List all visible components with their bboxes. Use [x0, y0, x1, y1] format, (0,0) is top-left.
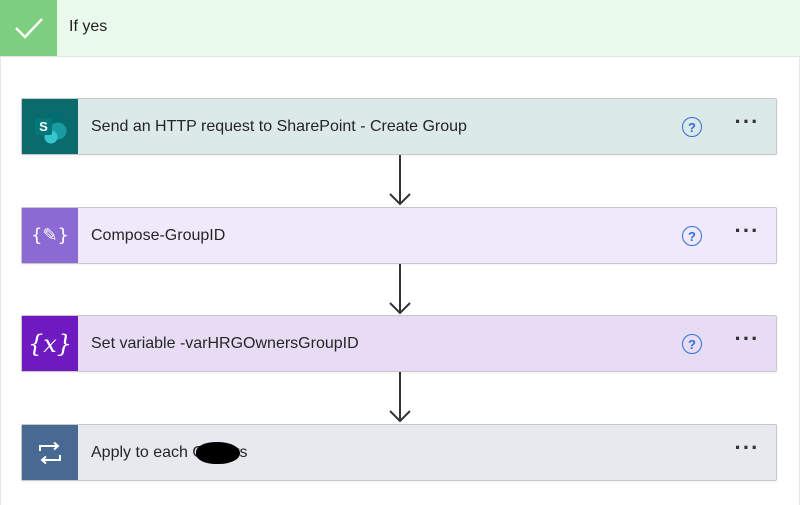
more-options-button[interactable]: ··· — [727, 99, 767, 154]
checkmark-icon — [0, 0, 57, 56]
more-options-button[interactable]: ··· — [727, 425, 767, 480]
variable-icon: {x} — [22, 316, 78, 371]
condition-branch-yes: If yes S Send an HTTP request to SharePo… — [0, 0, 800, 505]
arrow-down-icon — [389, 264, 411, 315]
action-card-sharepoint-http[interactable]: S Send an HTTP request to SharePoint - C… — [21, 98, 777, 155]
action-title[interactable]: Compose-GroupID — [78, 208, 682, 263]
more-options-button[interactable]: ··· — [727, 208, 767, 263]
action-card-set-variable[interactable]: {x} Set variable -varHRGOwnersGroupID ? … — [21, 315, 777, 372]
sharepoint-icon: S — [22, 99, 78, 154]
help-icon[interactable]: ? — [682, 117, 702, 137]
action-title[interactable]: Set variable -varHRGOwnersGroupID — [78, 316, 682, 371]
loop-icon — [22, 425, 78, 480]
sharepoint-letter: S — [39, 119, 48, 134]
redaction-mark — [196, 442, 240, 464]
compose-icon: {✎} — [22, 208, 78, 263]
branch-title: If yes — [69, 18, 108, 35]
action-title[interactable]: Apply to each Owners — [78, 425, 727, 480]
branch-border-left — [0, 56, 1, 505]
more-options-button[interactable]: ··· — [727, 316, 767, 371]
arrow-down-icon — [389, 155, 411, 206]
arrow-down-icon — [389, 372, 411, 423]
action-card-apply-to-each[interactable]: Apply to each Owners ··· — [21, 424, 777, 481]
action-title[interactable]: Send an HTTP request to SharePoint - Cre… — [78, 99, 682, 154]
variable-glyph: {x} — [27, 329, 73, 358]
help-icon[interactable]: ? — [682, 334, 702, 354]
help-icon[interactable]: ? — [682, 226, 702, 246]
compose-glyph: {✎} — [31, 225, 69, 246]
action-card-compose[interactable]: {✎} Compose-GroupID ? ··· — [21, 207, 777, 264]
branch-header[interactable]: If yes — [0, 0, 800, 57]
